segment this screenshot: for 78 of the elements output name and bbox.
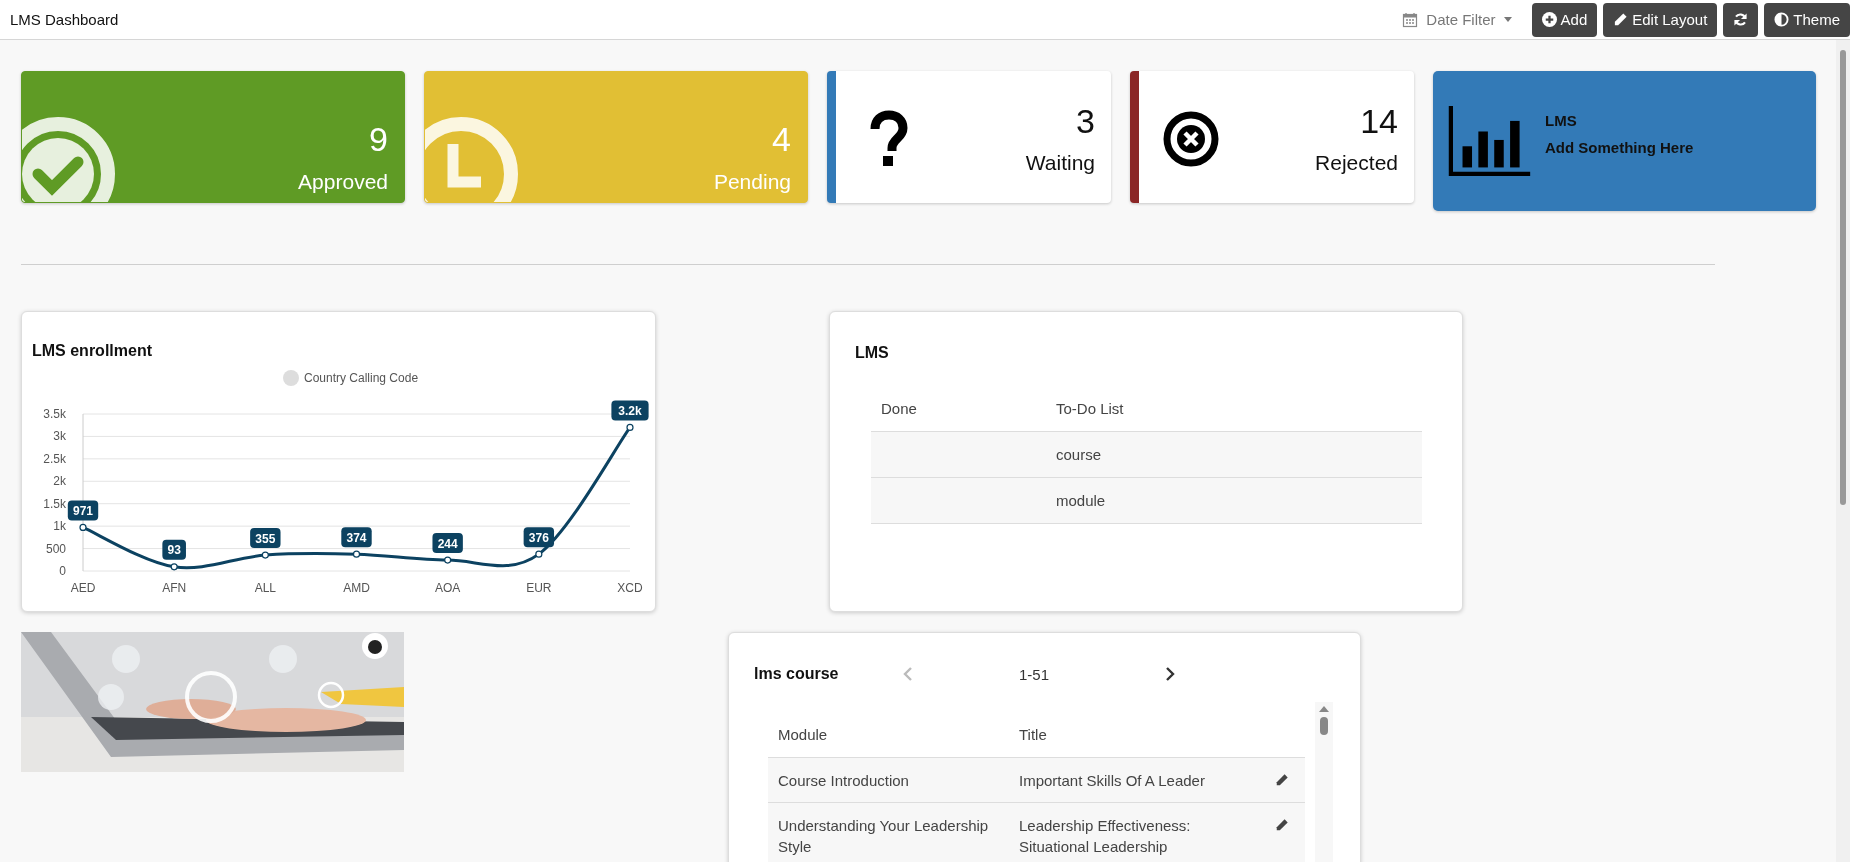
pencil-icon [1613, 12, 1629, 27]
calendar-icon [1402, 11, 1419, 28]
caret-icon [1503, 17, 1512, 22]
legend-item[interactable]: Country Calling Code [283, 370, 419, 386]
data-point [444, 556, 452, 564]
refresh-icon [1733, 12, 1749, 27]
x-tick-label: ALL [254, 581, 276, 595]
table-cell: Understanding Your Leadership Style [768, 802, 1009, 862]
column-header: Module [768, 712, 1009, 758]
data-point [261, 551, 269, 559]
y-tick-label: 2.5k [43, 451, 66, 466]
chart-title: LMS enrollment [32, 342, 153, 360]
data-point [79, 523, 87, 532]
stat-label: Rejected [1315, 151, 1398, 175]
data-label: 93 [162, 539, 186, 560]
chevron-right-icon [1165, 667, 1175, 681]
x-tick-label: XCD [617, 581, 643, 595]
y-tick-label: 0 [59, 564, 66, 578]
stat-label: Approved [298, 170, 388, 194]
plus-circle-icon [1541, 12, 1557, 27]
course-title: lms course [754, 665, 840, 683]
x-tick-label: EUR [526, 581, 552, 595]
stat-value: 4 [772, 119, 791, 159]
y-tick-label: 2k [53, 474, 66, 489]
data-label: 244 [432, 533, 463, 554]
data-label: 376 [523, 527, 555, 548]
y-tick-label: 3k [53, 429, 66, 444]
data-point [535, 550, 543, 558]
pencil-icon[interactable] [1275, 773, 1289, 787]
page-scrollbar[interactable] [1836, 40, 1850, 862]
y-tick-label: 3.5k [43, 407, 66, 421]
bar-chart-icon [1447, 104, 1533, 178]
stat-value: 14 [1360, 101, 1398, 141]
stat-value: 3 [1076, 101, 1095, 141]
scrollbar[interactable] [1315, 702, 1333, 862]
todo-title: LMS [855, 344, 890, 362]
add-button[interactable]: Add [1531, 2, 1598, 37]
scroll-up-arrow-icon[interactable] [1319, 706, 1329, 712]
data-point [626, 423, 634, 432]
info-subtitle: Add Something Here [1545, 139, 1694, 156]
y-tick-label: 1k [53, 519, 66, 534]
scroll-thumb[interactable] [1840, 50, 1846, 505]
x-tick-label: AFN [162, 581, 187, 595]
stat-label: Pending [713, 170, 791, 194]
column-header: Done [871, 386, 1046, 432]
data-label: 971 [67, 500, 99, 521]
table-cell: Course Introduction [768, 757, 1009, 803]
stat-label: Waiting [1025, 151, 1095, 175]
table-cell: Leadership Effectiveness: Situational Leadership [1009, 802, 1265, 862]
theme-button[interactable]: Theme [1764, 2, 1850, 37]
data-point [352, 550, 361, 558]
date-filter-dropdown[interactable]: Date Filter [1396, 10, 1518, 29]
table-cell: module [1046, 477, 1422, 524]
data-point [170, 563, 178, 571]
data-label: 374 [341, 527, 372, 548]
info-title: LMS [1545, 112, 1578, 129]
pencil-icon[interactable] [1275, 818, 1289, 832]
cross-circle-icon [1161, 109, 1221, 169]
scroll-thumb[interactable] [1320, 717, 1328, 735]
chevron-left-icon [903, 667, 913, 681]
edit-button[interactable]: Edit Layout [1603, 2, 1718, 37]
x-tick-label: AOA [435, 581, 461, 595]
stat-value: 9 [369, 119, 388, 159]
page-range: 1-51 [1018, 665, 1051, 683]
y-tick-label: 500 [45, 541, 66, 556]
column-header: Title [1009, 712, 1265, 758]
data-label: 3.2k [611, 400, 649, 421]
contrast-icon [1774, 12, 1790, 27]
table-cell: course [1046, 431, 1422, 478]
legend-dot [283, 370, 299, 386]
y-tick-label: 1.5k [43, 496, 66, 511]
data-label: 355 [250, 528, 281, 549]
x-tick-label: AED [70, 581, 96, 595]
table-cell: Important Skills Of A Leader [1009, 757, 1265, 803]
column-header: To-Do List [1046, 386, 1422, 432]
x-tick-label: AMD [343, 581, 370, 595]
refresh-button[interactable] [1723, 2, 1759, 37]
app-title: LMS Dashboard [10, 11, 119, 28]
